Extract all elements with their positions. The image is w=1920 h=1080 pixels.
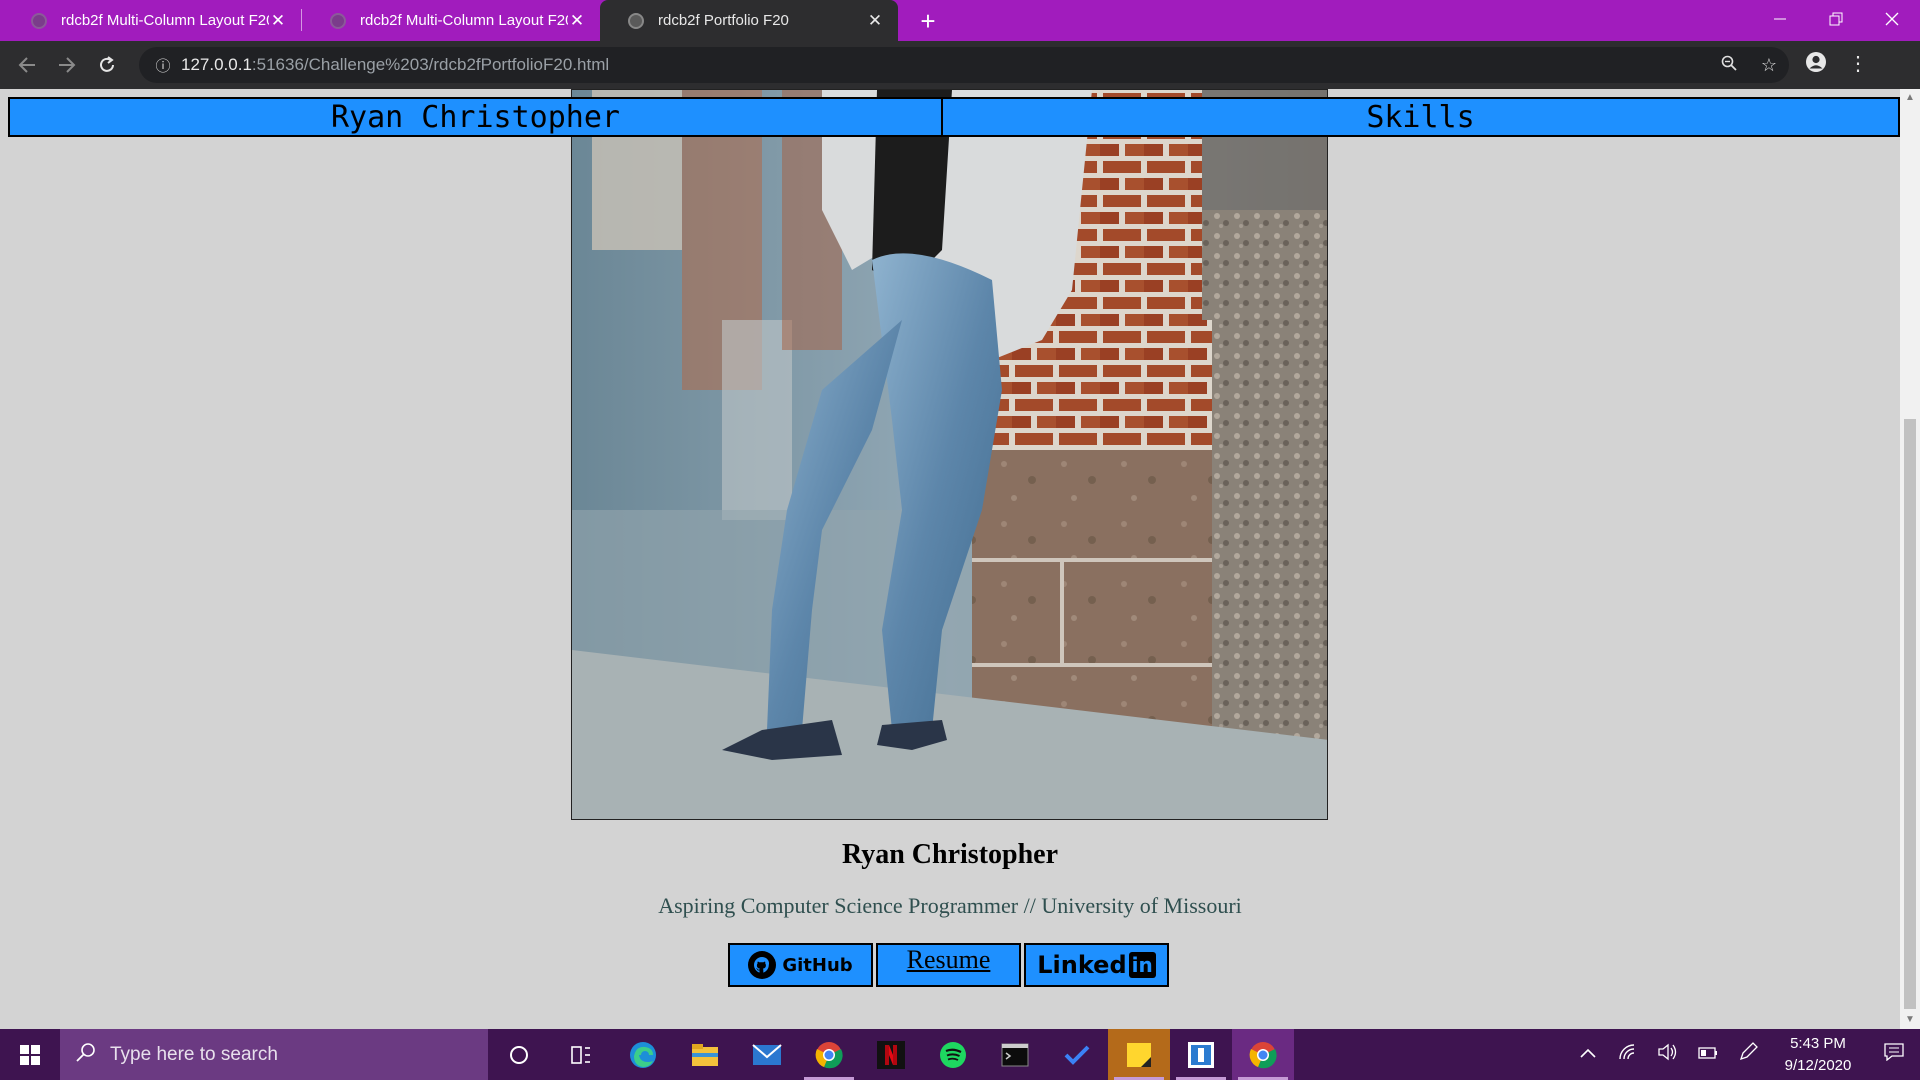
windows-taskbar: Type here to search 5:43 PM 9/12/2020 (0, 1029, 1920, 1080)
vs-app-icon[interactable] (1170, 1029, 1232, 1080)
taskbar-clock[interactable]: 5:43 PM 9/12/2020 (1768, 1033, 1868, 1077)
site-info-icon[interactable]: ⓘ (145, 55, 181, 76)
tab-title: rdcb2f Multi-Column Layout F20 (61, 12, 269, 29)
todo-icon[interactable] (1046, 1029, 1108, 1080)
tab-title: rdcb2f Multi-Column Layout F20 (360, 12, 568, 29)
browser-tab[interactable]: rdcb2f Multi-Column Layout F20 ✕ (302, 4, 600, 37)
url-path: :51636/Challenge%203/rdcb2fPortfolioF20.… (251, 55, 610, 74)
profile-avatar-icon[interactable] (1795, 51, 1837, 79)
globe-icon (31, 12, 47, 29)
omnibox-actions: ☆ (1709, 55, 1789, 76)
spotify-icon[interactable] (922, 1029, 984, 1080)
linkedin-logo-text: Linked (1037, 951, 1127, 979)
linkedin-in-icon: in (1128, 952, 1156, 978)
forward-arrow-icon[interactable] (47, 45, 87, 85)
reload-icon[interactable] (87, 45, 127, 85)
minimize-icon[interactable] (1752, 0, 1808, 38)
mail-icon[interactable] (736, 1029, 798, 1080)
restore-icon[interactable] (1808, 0, 1864, 38)
browser-toolbar: ⓘ 127.0.0.1:51636/Challenge%203/rdcb2fPo… (0, 41, 1920, 89)
edge-icon[interactable] (612, 1029, 674, 1080)
tab-title: rdcb2f Portfolio F20 (658, 12, 789, 29)
linkedin-link[interactable]: Linked in (1024, 943, 1169, 987)
nav-skills-link[interactable]: Skills (943, 97, 1900, 137)
chrome-icon[interactable] (1232, 1029, 1294, 1080)
clock-time: 5:43 PM (1790, 1034, 1846, 1052)
profile-name: Ryan Christopher (841, 839, 1059, 870)
scroll-up-icon[interactable]: ▲ (1900, 89, 1920, 107)
cortana-icon[interactable] (488, 1029, 550, 1080)
volume-icon[interactable] (1648, 1043, 1688, 1066)
browser-tab-active[interactable]: rdcb2f Portfolio F20 ✕ (600, 0, 898, 41)
new-tab-button[interactable]: + (912, 5, 944, 37)
notification-center-icon[interactable] (1868, 1043, 1920, 1066)
github-link[interactable]: GitHub (728, 943, 873, 987)
github-icon (748, 951, 777, 979)
nav-home-link[interactable]: Ryan Christopher (8, 97, 943, 137)
page-viewport: Ryan Christopher Skills Ryan Christopher… (0, 89, 1900, 1029)
bookmark-star-icon[interactable]: ☆ (1749, 55, 1789, 76)
file-explorer-icon[interactable] (674, 1029, 736, 1080)
profile-subtitle: Aspiring Computer Science Programmer // … (658, 893, 1242, 918)
close-window-icon[interactable] (1864, 0, 1920, 38)
search-placeholder: Type here to search (110, 1043, 278, 1065)
chrome-icon[interactable] (798, 1029, 860, 1080)
globe-icon (628, 12, 644, 29)
scroll-down-icon[interactable]: ▼ (1900, 1011, 1920, 1029)
profile-links: GitHub Resume Linked in (728, 943, 1169, 987)
close-tab-icon[interactable]: ✕ (269, 11, 287, 31)
profile-photo-image (572, 90, 1327, 819)
taskbar-search-input[interactable]: Type here to search (60, 1029, 488, 1080)
battery-icon[interactable] (1688, 1046, 1728, 1064)
task-view-icon[interactable] (550, 1029, 612, 1080)
address-bar[interactable]: ⓘ 127.0.0.1:51636/Challenge%203/rdcb2fPo… (139, 47, 1789, 83)
browser-titlebar: rdcb2f Multi-Column Layout F20 ✕ rdcb2f … (0, 0, 1920, 41)
chevron-up-icon[interactable] (1568, 1046, 1608, 1064)
zoom-icon[interactable] (1709, 55, 1749, 76)
back-arrow-icon[interactable] (7, 45, 47, 85)
system-tray: 5:43 PM 9/12/2020 (1568, 1029, 1920, 1080)
globe-icon (330, 12, 346, 29)
browser-tab[interactable]: rdcb2f Multi-Column Layout F20 ✕ (3, 4, 301, 37)
sticky-notes-icon[interactable] (1108, 1029, 1170, 1080)
menu-kebab-icon[interactable]: ⋮ (1837, 51, 1879, 79)
resume-link[interactable]: Resume (876, 943, 1021, 987)
close-tab-icon[interactable]: ✕ (568, 11, 586, 31)
url-host: 127.0.0.1 (181, 55, 252, 74)
resume-label: Resume (906, 945, 991, 974)
page-scrollbar[interactable]: ▲ ▼ (1900, 89, 1920, 1029)
pen-icon[interactable] (1728, 1042, 1768, 1067)
close-tab-icon[interactable]: ✕ (866, 11, 884, 31)
github-label: GitHub (782, 954, 853, 976)
search-icon (76, 1042, 96, 1068)
toolbar-right: ⋮ (1795, 51, 1879, 79)
windows-start-icon[interactable] (0, 1029, 60, 1080)
wifi-icon[interactable] (1608, 1043, 1648, 1066)
site-nav: Ryan Christopher Skills (8, 97, 1900, 137)
profile-photo (571, 89, 1328, 820)
netflix-icon[interactable] (860, 1029, 922, 1080)
scrollbar-thumb[interactable] (1904, 419, 1916, 1009)
terminal-icon[interactable] (984, 1029, 1046, 1080)
window-controls (1752, 0, 1920, 41)
clock-date: 9/12/2020 (1784, 1056, 1852, 1074)
